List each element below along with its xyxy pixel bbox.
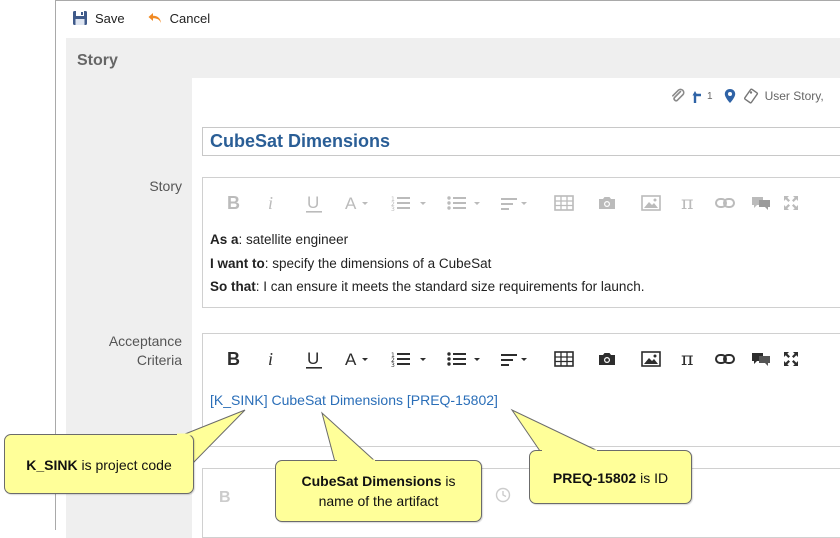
pointer-joins bbox=[177, 433, 597, 462]
